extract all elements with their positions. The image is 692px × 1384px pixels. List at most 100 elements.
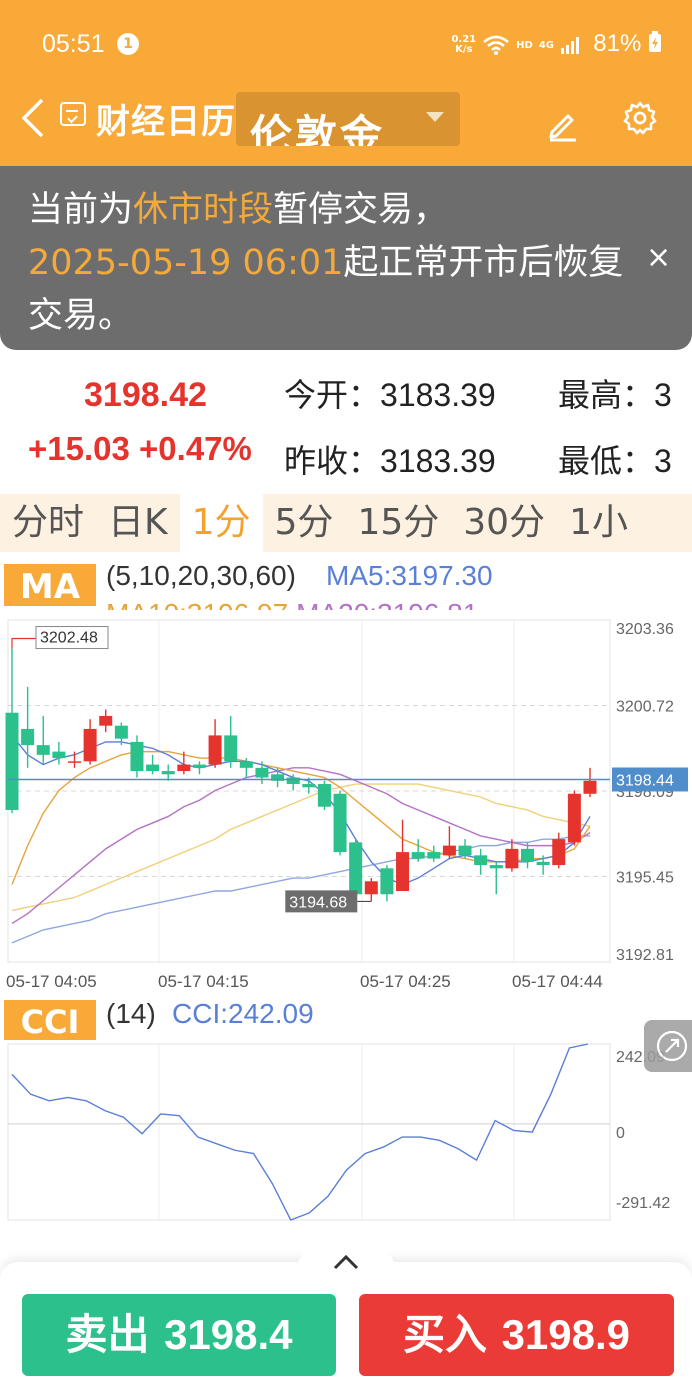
candle-body xyxy=(21,728,35,746)
tab-period[interactable]: 分时 xyxy=(0,494,96,552)
ma10-value: MA10:3196.97 xyxy=(106,598,288,610)
candle-body xyxy=(224,735,238,762)
candle-body xyxy=(380,868,394,895)
notice-datetime: 2025-05-19 06:01 xyxy=(28,243,344,283)
status-indicators: 0.21 K/s HD 4G xyxy=(451,34,582,56)
sell-label: 卖出 xyxy=(65,1310,150,1359)
wifi-icon xyxy=(483,35,509,55)
notice-prefix: 当前为 xyxy=(28,190,134,230)
symbol-name: 伦敦金 xyxy=(250,111,386,146)
candle-body xyxy=(302,784,316,788)
max-annotation-label: 3202.48 xyxy=(40,630,98,647)
tab-period[interactable]: 日K xyxy=(96,494,180,552)
buy-label: 买入 xyxy=(402,1310,487,1359)
high-price: 最高：3 xyxy=(558,370,672,416)
candle xyxy=(442,826,456,859)
prev-close-value: 3183.39 xyxy=(380,443,496,479)
candle-body xyxy=(192,764,206,768)
high-value: 3 xyxy=(654,377,672,413)
ma5-value: MA5:3197.30 xyxy=(326,560,493,591)
open-value: 3183.39 xyxy=(380,377,496,413)
low-value: 3 xyxy=(654,443,672,479)
economic-calendar-link[interactable]: 财经日历 xyxy=(96,94,236,143)
candle xyxy=(177,751,191,775)
cci-legend: CCI (14) CCI:242.09 xyxy=(0,996,692,1042)
max-annotation-leader xyxy=(11,637,36,649)
calendar-icon[interactable] xyxy=(60,102,86,126)
candlestick-chart[interactable]: 3203.363200.723198.093195.453192.813198.… xyxy=(0,610,692,970)
candle xyxy=(333,790,347,856)
y-tick-label: 3203.36 xyxy=(616,621,674,638)
candle xyxy=(224,715,238,768)
cci-frame xyxy=(7,1043,611,1221)
candle xyxy=(411,839,425,862)
candle xyxy=(83,719,97,765)
candle xyxy=(67,751,81,768)
ma5-line xyxy=(11,734,591,886)
candle xyxy=(255,761,269,785)
ma60-line xyxy=(11,835,590,944)
ma-indicator-tag[interactable]: MA xyxy=(4,564,96,606)
close-icon[interactable]: × xyxy=(646,240,671,275)
tab-period[interactable]: 30分 xyxy=(451,494,557,552)
candle-body xyxy=(489,865,503,869)
sell-button[interactable]: 卖出 3198.4 xyxy=(22,1294,336,1376)
ma-legend: MA (5,10,20,30,60) MA5:3197.30 MA10:3196… xyxy=(0,558,692,610)
tab-period[interactable]: 1分 xyxy=(179,494,263,552)
buy-button[interactable]: 买入 3198.9 xyxy=(359,1294,674,1376)
cci-indicator-tag[interactable]: CCI xyxy=(4,1000,96,1040)
tab-period[interactable]: 15分 xyxy=(345,494,451,552)
battery-charging-icon xyxy=(649,31,661,52)
candle-body xyxy=(286,777,300,785)
market-closed-notice: 当前为休市时段暂停交易， 2025-05-19 06:01起正常开市后恢复交易。 … xyxy=(0,166,692,350)
tab-period[interactable]: 5分 xyxy=(263,494,346,552)
x-tick-label: 05-17 04:25 xyxy=(360,972,451,991)
x-tick-label: 05-17 04:15 xyxy=(158,972,249,991)
signal-icon xyxy=(561,37,579,54)
status-bar: 05:51 1 0.21 K/s HD 4G 81% xyxy=(0,0,692,86)
notice-period: 休市时段 xyxy=(133,190,274,230)
candle-body xyxy=(177,764,191,772)
candle-body xyxy=(583,780,597,794)
candle-body xyxy=(349,842,363,895)
price-change: +15.03 +0.47% xyxy=(28,430,252,468)
fullscreen-button[interactable] xyxy=(644,1020,692,1072)
candle-body xyxy=(99,715,113,726)
symbol-dropdown[interactable]: 伦敦金 xyxy=(236,92,460,146)
ma-row2: MA10:3196.97 MA20:3196.81 xyxy=(106,598,478,610)
status-time: 05:51 xyxy=(42,30,105,58)
candle-body xyxy=(161,771,175,775)
candle xyxy=(5,648,19,814)
candle xyxy=(52,741,66,765)
back-arrow-icon[interactable] xyxy=(18,96,48,147)
candle xyxy=(208,719,222,768)
candle-body xyxy=(333,793,347,853)
candle xyxy=(21,686,35,768)
current-price-label: 3198.44 xyxy=(616,772,674,789)
tab-period[interactable]: 1小 xyxy=(557,494,640,552)
net-speed-unit: K/s xyxy=(455,44,473,55)
high-label: 最高： xyxy=(558,376,655,414)
change-value: +15.03 xyxy=(28,430,130,467)
ma-params: (5,10,20,30,60) xyxy=(106,560,296,591)
change-percent: +0.47% xyxy=(139,430,252,467)
chevron-up-icon[interactable] xyxy=(332,1252,360,1272)
open-label: 今开： xyxy=(284,376,381,414)
cci-chart[interactable]: 242.090-291.42 xyxy=(0,1042,692,1228)
open-price: 今开：3183.39 xyxy=(284,370,496,416)
candle-body xyxy=(536,861,550,866)
y-tick-label: 3192.81 xyxy=(616,947,674,964)
candle xyxy=(567,790,581,846)
sell-price: 3198.4 xyxy=(164,1311,293,1358)
candle-body xyxy=(114,725,128,739)
candle xyxy=(192,761,206,775)
x-tick-label: 05-17 04:44 xyxy=(512,972,603,991)
cci-y-tick-label: 0 xyxy=(616,1125,625,1142)
candle xyxy=(396,819,410,892)
ma10-line xyxy=(11,750,591,885)
candle-body xyxy=(567,793,581,843)
candle xyxy=(583,767,597,797)
gear-icon[interactable] xyxy=(622,100,658,136)
ma20-value: MA20:3196.81 xyxy=(296,598,478,610)
pen-icon[interactable] xyxy=(544,106,580,142)
